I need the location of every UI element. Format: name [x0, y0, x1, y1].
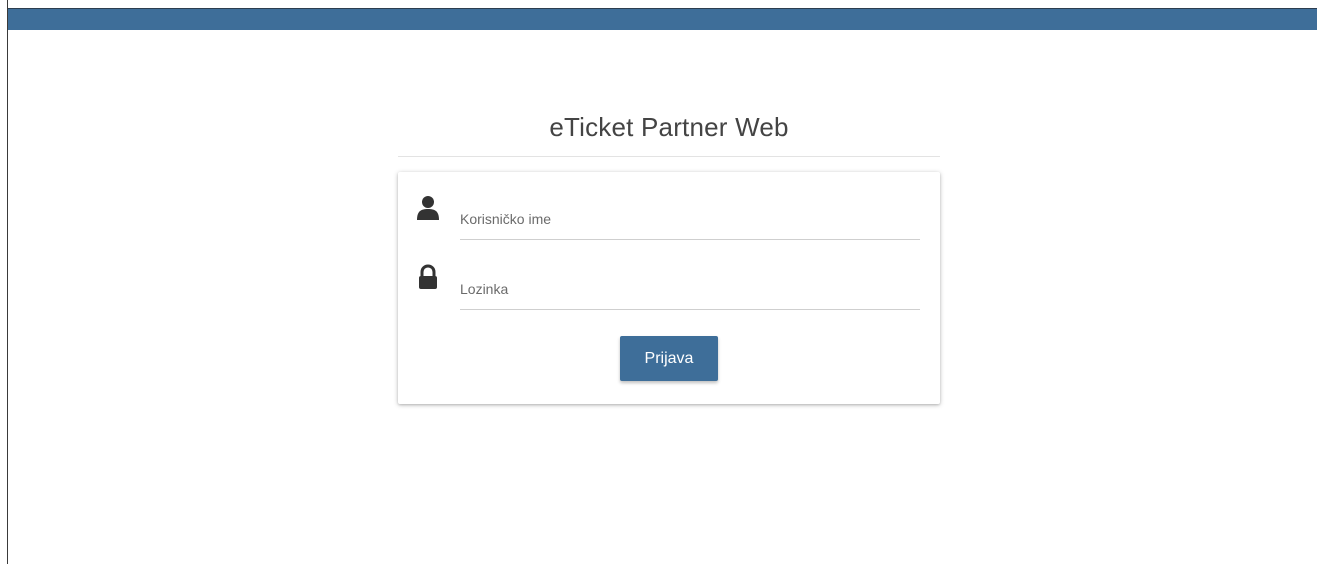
lock-icon [416, 264, 440, 292]
top-bar [8, 8, 1317, 30]
login-form: Prijava [398, 172, 940, 404]
title-divider [398, 156, 940, 157]
password-row [398, 262, 940, 312]
page-title: eTicket Partner Web [549, 112, 789, 142]
window-edge [7, 0, 8, 564]
user-icon [416, 194, 440, 222]
password-input[interactable] [460, 268, 920, 310]
username-row [398, 192, 940, 242]
login-button[interactable]: Prijava [620, 336, 718, 381]
login-page: eTicket Partner Web Prijava [0, 0, 1325, 564]
username-input[interactable] [460, 198, 920, 240]
